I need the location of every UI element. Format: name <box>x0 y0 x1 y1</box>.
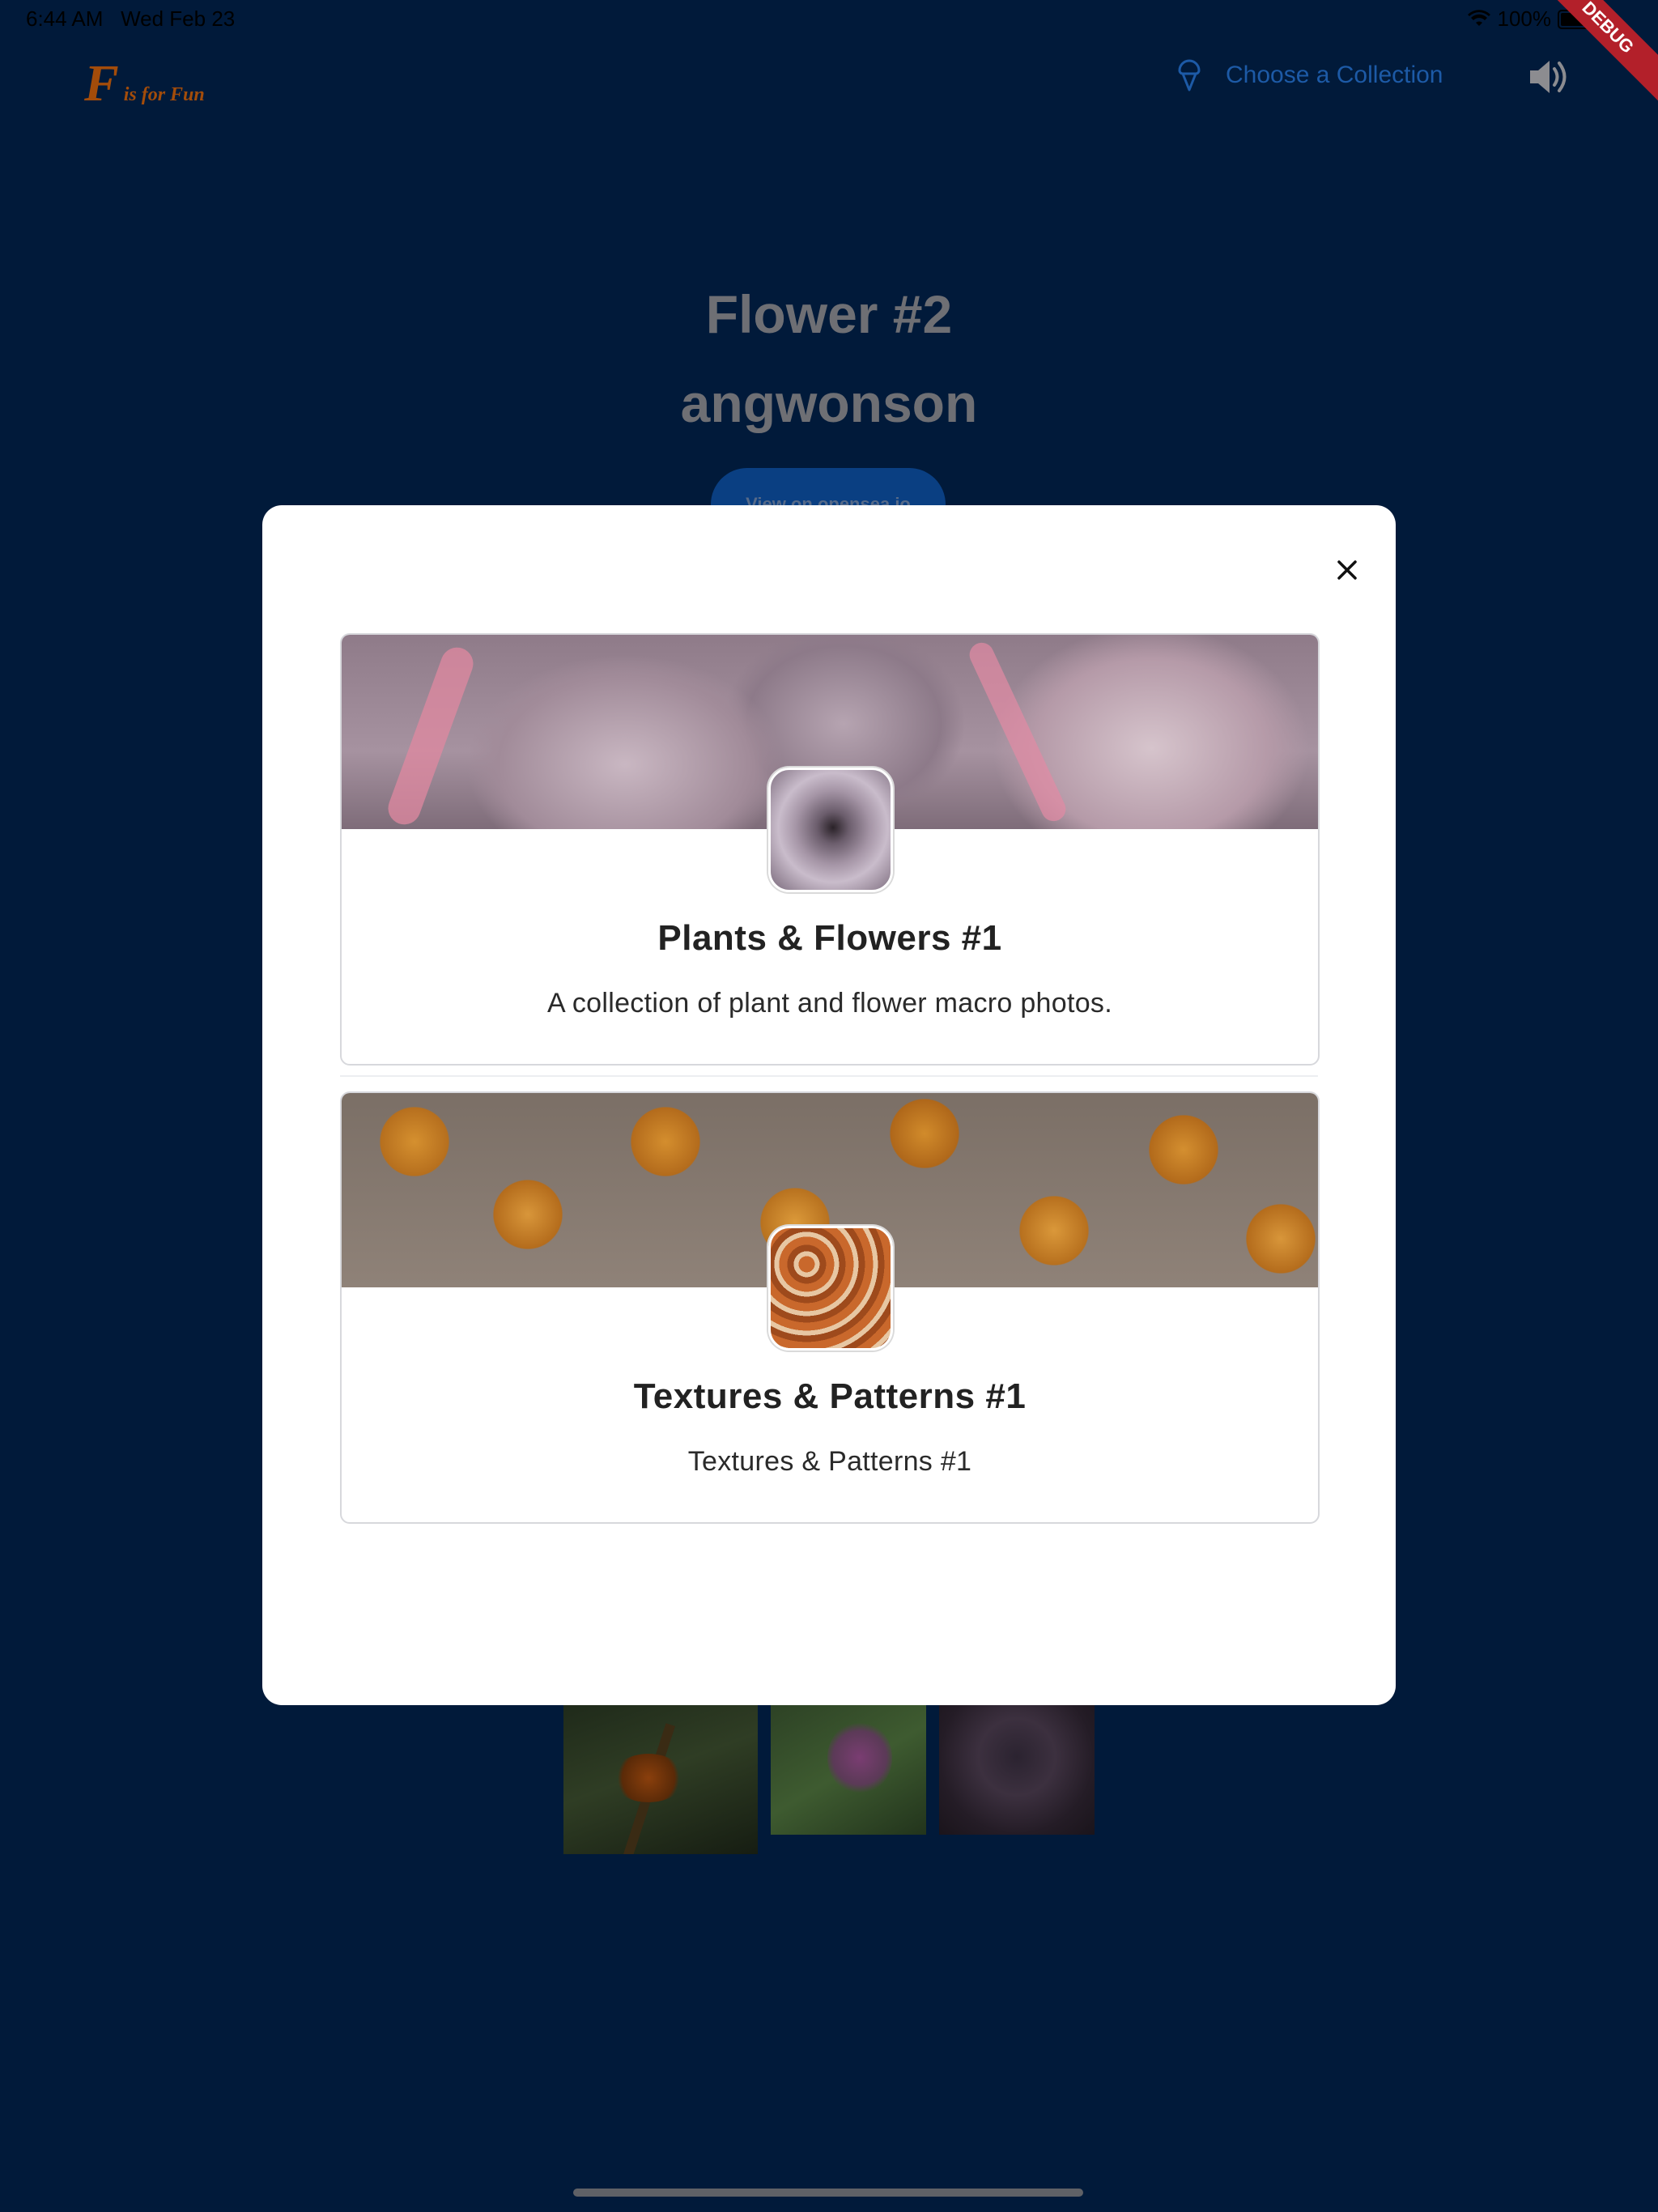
volume-icon[interactable] <box>1525 53 1572 100</box>
battery-percent: 100% <box>1497 6 1552 31</box>
thumbnail-3[interactable] <box>939 1705 1095 1835</box>
choose-collection-label: Choose a Collection <box>1226 62 1443 88</box>
card-divider <box>340 1075 1318 1077</box>
owner-username: angwonson <box>680 373 978 433</box>
collection-title: Plants & Flowers #1 <box>657 918 1002 958</box>
collection-avatar-image <box>768 768 893 892</box>
home-indicator <box>573 2189 1083 2197</box>
app-logo[interactable]: F is for Fun <box>84 53 205 113</box>
collection-description: Textures & Patterns #1 <box>687 1446 972 1477</box>
status-date-text: Wed Feb 23 <box>121 6 236 31</box>
page-title: Flower #2 <box>705 284 953 344</box>
close-icon[interactable] <box>1328 551 1367 589</box>
status-bar: 6:44 AM Wed Feb 23 100% <box>0 0 1658 39</box>
thumbnail-1[interactable] <box>563 1705 758 1854</box>
logo-text: is for Fun <box>123 84 205 105</box>
collection-description: A collection of plant and flower macro p… <box>547 988 1112 1019</box>
collection-dialog: Plants & Flowers #1 A collection of plan… <box>262 505 1396 1705</box>
choose-collection-button[interactable]: Choose a Collection <box>1171 57 1443 94</box>
collection-card-textures[interactable]: Textures & Patterns #1 Textures & Patter… <box>340 1091 1320 1524</box>
status-time: 6:44 AM Wed Feb 23 <box>26 6 235 32</box>
collection-avatar-image <box>768 1226 893 1351</box>
wifi-icon <box>1467 9 1490 26</box>
collection-card-plants[interactable]: Plants & Flowers #1 A collection of plan… <box>340 633 1320 1066</box>
ice-cream-icon <box>1178 59 1201 91</box>
logo-letter: F <box>84 54 119 112</box>
collection-title: Textures & Patterns #1 <box>633 1376 1027 1416</box>
status-time-text: 6:44 AM <box>26 6 104 31</box>
thumbnail-2[interactable] <box>771 1705 926 1835</box>
